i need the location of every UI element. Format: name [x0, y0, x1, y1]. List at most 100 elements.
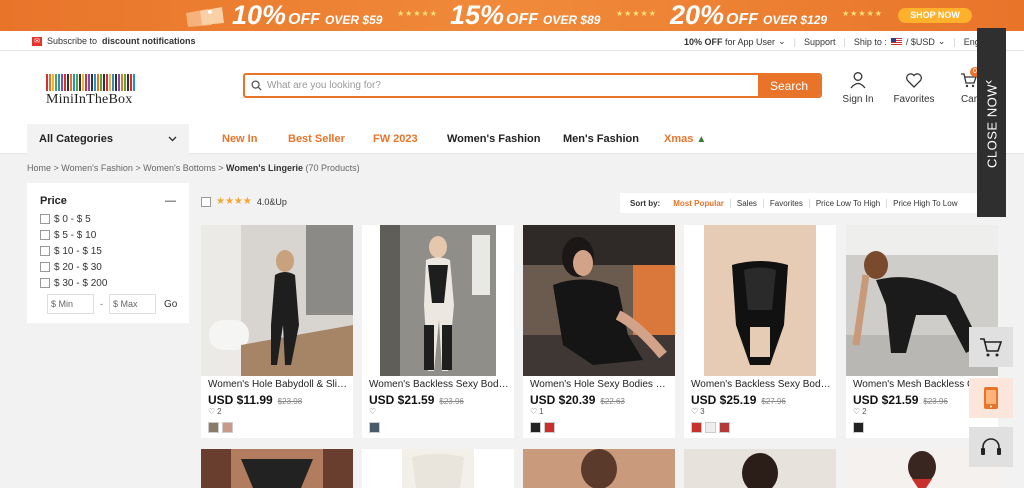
promo-banner[interactable]: 10% OFF OVER $59 ★★★★★ 15% OFF OVER $89 ★★★★…	[0, 0, 1024, 31]
product-image[interactable]	[684, 449, 836, 488]
sort-most-popular[interactable]: Most Popular	[667, 198, 731, 208]
close-now-panel[interactable]: ‹ CLOSE NOW	[977, 28, 1006, 217]
heart-icon[interactable]: ♡	[208, 407, 215, 416]
price-range-option[interactable]: $ 5 - $ 10	[40, 229, 176, 241]
nav-item-fw-2023[interactable]: FW 2023	[373, 133, 418, 145]
sort-price-high-low[interactable]: Price High To Low	[887, 199, 963, 208]
floating-app-button[interactable]	[969, 378, 1013, 418]
nav-item-best-seller[interactable]: Best Seller	[288, 133, 345, 145]
min-price-input[interactable]: $ Min	[47, 294, 94, 314]
shop-now-button[interactable]: SHOP NOW	[898, 8, 972, 23]
checkbox[interactable]	[40, 246, 50, 256]
product-card[interactable]	[684, 449, 836, 488]
color-swatch[interactable]	[369, 422, 380, 433]
product-card[interactable]	[201, 449, 353, 488]
product-name[interactable]: Women's Hole Babydoll & Slips Sexy	[208, 379, 348, 390]
product-name[interactable]: Women's Hole Sexy Bodies Lingerie	[530, 379, 670, 390]
product-price: USD $20.39	[530, 393, 596, 407]
nav-item-xmas[interactable]: Xmas ▲	[664, 133, 706, 145]
product-image[interactable]	[523, 225, 675, 376]
search-input[interactable]	[267, 75, 758, 96]
chevron-down-icon	[168, 136, 177, 142]
price-range-option[interactable]: $ 10 - $ 15	[40, 245, 176, 257]
breadcrumb-home[interactable]: Home	[27, 163, 51, 173]
product-image[interactable]	[362, 449, 514, 488]
checkbox[interactable]	[40, 230, 50, 240]
breadcrumb-womens-bottoms[interactable]: Women's Bottoms	[143, 163, 216, 173]
heart-icon[interactable]: ♡	[691, 407, 698, 416]
product-card[interactable]: Women's Backless Sexy Bodies USD $21.59 $…	[362, 225, 514, 438]
color-swatch[interactable]	[705, 422, 716, 433]
like-count: 2	[862, 407, 867, 416]
checkbox[interactable]	[40, 278, 50, 288]
rating-filter[interactable]: ★★★★ 4.0&Up	[201, 196, 287, 207]
color-swatch[interactable]	[691, 422, 702, 433]
chevron-down-icon: ⌄	[937, 36, 946, 46]
breadcrumb-womens-fashion[interactable]: Women's Fashion	[61, 163, 133, 173]
color-swatch[interactable]	[719, 422, 730, 433]
product-image[interactable]	[201, 449, 353, 488]
price-range-option[interactable]: $ 20 - $ 30	[40, 261, 176, 273]
floating-support-button[interactable]	[969, 427, 1013, 467]
sort-price-low-high[interactable]: Price Low To High	[810, 198, 888, 208]
checkbox[interactable]	[201, 196, 211, 207]
product-name[interactable]: Women's Backless Sexy Bodies	[369, 379, 509, 390]
nav-item-mens-fashion[interactable]: Men's Fashion	[563, 133, 639, 145]
product-card[interactable]: Women's Hole Sexy Bodies Lingerie USD $2…	[523, 225, 675, 438]
cart-icon	[980, 338, 1003, 357]
max-price-input[interactable]: $ Max	[109, 294, 156, 314]
heart-icon[interactable]: ♡	[530, 407, 537, 416]
product-image[interactable]	[684, 225, 836, 376]
checkbox[interactable]	[40, 262, 50, 272]
product-image[interactable]	[362, 225, 514, 376]
product-card[interactable]	[362, 449, 514, 488]
product-original-price: $23.96	[923, 397, 948, 406]
app-offer-bold[interactable]: 10% OFF	[684, 37, 723, 47]
heart-icon[interactable]: ♡	[853, 407, 860, 416]
product-card[interactable]	[523, 449, 675, 488]
brand-logo[interactable]: MiniInTheBox	[46, 74, 135, 108]
heart-icon[interactable]: ♡	[369, 407, 376, 416]
sign-in-label: Sign In	[842, 94, 874, 105]
breadcrumb-separator: >	[135, 163, 144, 173]
search-button[interactable]: Search	[758, 75, 820, 96]
checkbox[interactable]	[40, 214, 50, 224]
color-swatch[interactable]	[208, 422, 219, 433]
sign-in-button[interactable]: Sign In	[837, 71, 879, 105]
product-card[interactable]: Women's Hole Babydoll & Slips Sexy USD $…	[201, 225, 353, 438]
currency-selector[interactable]: $USD	[911, 37, 935, 47]
price-range-label: $ 20 - $ 30	[54, 261, 102, 273]
color-swatch[interactable]	[853, 422, 864, 433]
subscribe-link[interactable]: ✉ Subscribe to discount notifications	[32, 36, 196, 46]
price-filter-panel: Price — $ 0 - $ 5 $ 5 - $ 10 $ 10 - $ 15…	[27, 183, 189, 323]
promo-deal-1: 10% OFF OVER $59	[232, 0, 383, 30]
favorites-button[interactable]: Favorites	[891, 71, 937, 105]
color-swatch[interactable]	[544, 422, 555, 433]
product-card[interactable]: Women's Backless Sexy Bodies USD $25.19 $…	[684, 225, 836, 438]
heart-icon	[906, 73, 922, 88]
price-range-label: $ 5 - $ 10	[54, 229, 97, 241]
product-image[interactable]	[523, 449, 675, 488]
sort-bar: Sort by: Most Popular Sales Favorites Pr…	[620, 193, 977, 213]
app-offer-text[interactable]: for App User	[725, 37, 775, 47]
sort-favorites[interactable]: Favorites	[764, 198, 810, 208]
product-name[interactable]: Women's Backless Sexy Bodies	[691, 379, 831, 390]
product-original-price: $27.96	[761, 397, 786, 406]
product-original-price: $23.98	[277, 397, 303, 406]
price-range-option[interactable]: $ 30 - $ 200	[40, 277, 176, 289]
nav-item-womens-fashion[interactable]: Women's Fashion	[447, 133, 540, 145]
all-categories-dropdown[interactable]: All Categories	[27, 124, 189, 154]
collapse-icon[interactable]: —	[165, 195, 176, 207]
product-image[interactable]	[201, 225, 353, 376]
sort-sales[interactable]: Sales	[731, 198, 764, 208]
color-swatch[interactable]	[530, 422, 541, 433]
floating-cart-button[interactable]	[969, 327, 1013, 367]
product-original-price: $23.96	[439, 397, 464, 406]
nav-item-new-in[interactable]: New In	[222, 133, 257, 145]
ship-to-label[interactable]: Ship to :	[854, 37, 887, 47]
go-button[interactable]: Go	[164, 299, 177, 310]
color-swatch[interactable]	[222, 422, 233, 433]
price-range-option[interactable]: $ 0 - $ 5	[40, 213, 176, 225]
support-link[interactable]: Support	[804, 37, 836, 47]
product-price: USD $21.59	[369, 393, 435, 407]
